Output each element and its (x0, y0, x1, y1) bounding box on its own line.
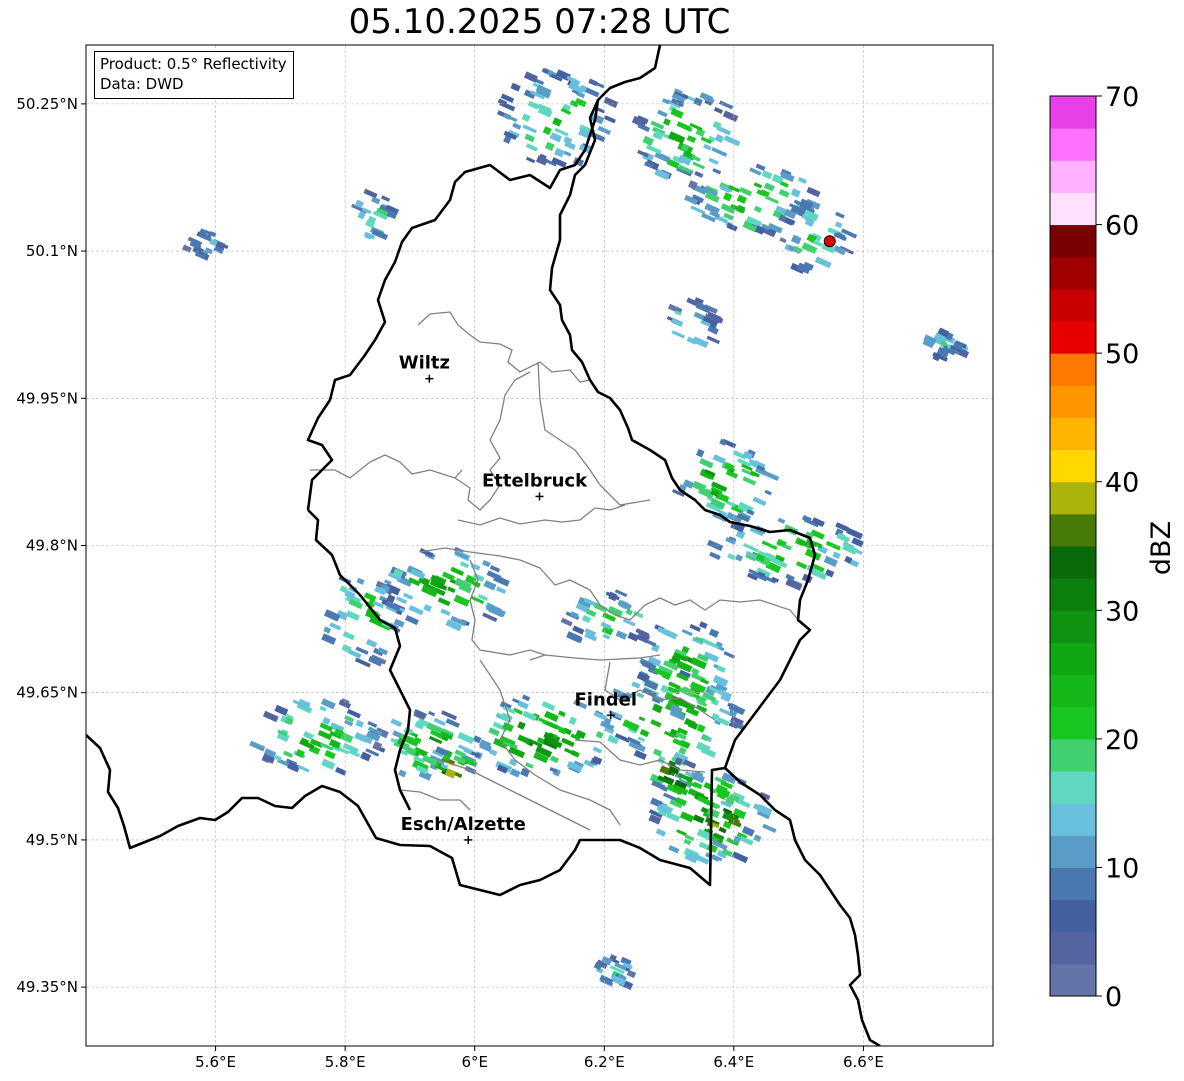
city-label: Wiltz (399, 353, 450, 374)
radar-site-marker (823, 235, 836, 248)
colorbar-segment (1050, 481, 1096, 515)
colorbar-segment (1050, 642, 1096, 676)
colorbar-segment (1050, 546, 1096, 579)
colorbar-segment (1050, 353, 1096, 386)
colorbar-segment (1050, 803, 1096, 836)
lat-tick-label: 50.1°N (26, 242, 78, 260)
lon-tick-label: 6°E (461, 1053, 488, 1071)
data-source-text: Data: DWD (100, 75, 184, 93)
colorbar-tick-label: 40 (1105, 468, 1139, 499)
lat-tick-label: 49.35°N (16, 978, 78, 996)
colorbar-label: dBZ (1146, 521, 1177, 575)
colorbar-segment (1050, 771, 1096, 804)
city-label: Findel (574, 689, 637, 710)
colorbar-segment (1050, 256, 1096, 290)
colorbar-segment (1050, 706, 1096, 740)
colorbar-segment (1050, 867, 1096, 901)
colorbar-tick-label: 70 (1105, 82, 1139, 113)
colorbar-segment (1050, 674, 1096, 708)
colorbar-tick-label: 30 (1105, 596, 1139, 627)
colorbar: 0 10 20 30 40 50 60 70 (1049, 82, 1139, 1013)
colorbar-tick-label: 60 (1105, 211, 1139, 242)
lon-tick-label: 6.6°E (843, 1053, 884, 1071)
colorbar-segment (1050, 160, 1096, 193)
city-label: Esch/Alzette (401, 814, 526, 835)
colorbar-segment (1050, 96, 1096, 129)
colorbar-segment (1050, 128, 1096, 161)
colorbar-segment (1050, 385, 1096, 418)
city-label: Ettelbruck (482, 470, 588, 491)
latitude-ticks: 50.25°N 50.1°N 49.95°N 49.8°N 49.65°N 49.5°N 4… (16, 95, 86, 996)
longitude-ticks: 5.6°E 5.8°E 6°E 6.2°E 6.4°E 6.6°E (195, 1046, 884, 1071)
colorbar-segment (1050, 963, 1096, 997)
colorbar-segment (1050, 224, 1096, 258)
lat-tick-label: 49.8°N (26, 537, 78, 555)
colorbar-segment (1050, 738, 1096, 772)
radar-site (823, 235, 836, 248)
colorbar-segment (1050, 321, 1096, 354)
colorbar-segment (1050, 513, 1096, 547)
lat-tick-label: 50.25°N (16, 95, 78, 113)
lat-tick-label: 49.65°N (16, 684, 78, 702)
lon-tick-label: 5.6°E (195, 1053, 236, 1071)
colorbar-tick-label: 10 (1105, 853, 1139, 884)
product-text: Product: 0.5° Reflectivity (100, 55, 287, 73)
lat-tick-label: 49.95°N (16, 389, 78, 407)
colorbar-tick-label: 50 (1105, 339, 1139, 370)
colorbar-segment (1050, 835, 1096, 868)
colorbar-segment (1050, 288, 1096, 322)
colorbar-segment (1050, 931, 1096, 965)
colorbar-segment (1050, 192, 1096, 226)
colorbar-tick-label: 20 (1105, 725, 1139, 756)
lon-tick-label: 6.4°E (713, 1053, 754, 1071)
colorbar-segment (1050, 899, 1096, 933)
colorbar-segment (1050, 417, 1096, 451)
lon-tick-label: 5.8°E (325, 1053, 366, 1071)
lon-tick-label: 6.2°E (584, 1053, 625, 1071)
colorbar-segment (1050, 449, 1096, 483)
colorbar-segment (1050, 610, 1096, 643)
info-box: Product: 0.5° Reflectivity Data: DWD (94, 51, 294, 99)
colorbar-tick-label: 0 (1105, 982, 1122, 1013)
colorbar-segment (1050, 578, 1096, 611)
lat-tick-label: 49.5°N (26, 831, 78, 849)
radar-map-figure: 50.25°N 50.1°N 49.95°N 49.8°N 49.65°N 49.5°N 4… (16, 44, 1177, 1071)
